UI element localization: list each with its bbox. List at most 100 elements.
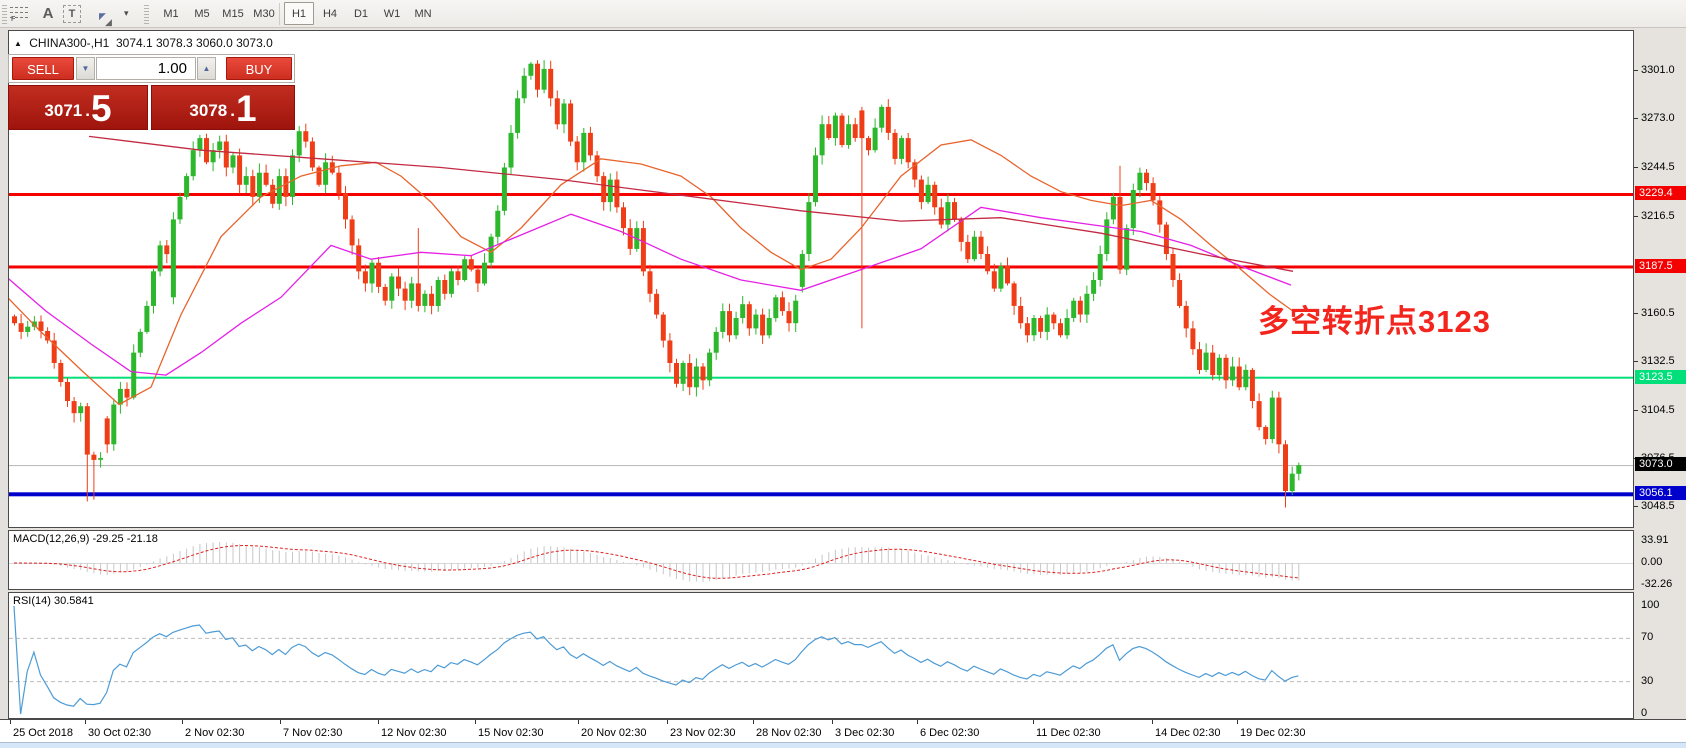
macd-histogram-bar — [186, 549, 187, 563]
candle-body — [91, 455, 96, 460]
macd-histogram-bar — [325, 554, 326, 564]
text-box-icon[interactable]: T — [63, 5, 81, 23]
macd-histogram-bar — [696, 563, 697, 582]
macd-histogram-bar — [332, 554, 333, 563]
candle-body — [244, 176, 249, 185]
macd-histogram-bar — [146, 563, 147, 565]
timeframe-D1[interactable]: D1 — [346, 2, 376, 25]
timeframe-H1[interactable]: H1 — [284, 2, 314, 25]
volume-input[interactable] — [96, 57, 196, 80]
macd-histogram-bar — [769, 563, 770, 571]
macd-histogram-bar — [530, 549, 531, 563]
macd-histogram-bar — [961, 563, 962, 564]
candle-body — [1038, 318, 1043, 332]
macd-histogram-bar — [67, 563, 68, 568]
candle-body — [1091, 280, 1096, 294]
fibonacci-icon[interactable]: F — [10, 6, 30, 21]
macd-histogram-bar — [398, 563, 399, 570]
candle-body — [899, 138, 904, 159]
date-tick — [182, 720, 183, 724]
macd-histogram-bar — [93, 563, 94, 574]
candle-body — [939, 207, 944, 224]
candle-body — [1051, 315, 1056, 324]
price-tick — [1634, 70, 1638, 71]
taskbar-edge — [0, 742, 1686, 748]
macd-histogram-bar — [458, 563, 459, 570]
candle-body — [389, 277, 394, 301]
sell-price-display[interactable]: 3071 . 5 — [8, 85, 148, 130]
macd-histogram-bar — [1086, 563, 1087, 572]
price-tick-label: 3273.0 — [1641, 112, 1675, 124]
macd-histogram-bar — [259, 547, 260, 563]
macd-histogram-bar — [630, 563, 631, 564]
macd-histogram-bar — [683, 563, 684, 580]
macd-histogram-bar — [292, 552, 293, 563]
macd-histogram-bar — [127, 563, 128, 572]
timeframe-H4[interactable]: H4 — [315, 2, 345, 25]
candle-body — [1296, 465, 1301, 474]
candle-body — [363, 271, 368, 283]
price-tick-label: 3104.5 — [1641, 404, 1675, 416]
timeframe-M5[interactable]: M5 — [187, 2, 217, 25]
date-label: 30 Oct 02:30 — [88, 727, 151, 739]
candle-body — [1224, 358, 1229, 381]
macd-axis-label: -32.26 — [1641, 578, 1672, 590]
timeframe-MN[interactable]: MN — [408, 2, 438, 25]
timeframe-M1[interactable]: M1 — [156, 2, 186, 25]
candle-body — [1190, 328, 1195, 349]
macd-histogram-bar — [709, 563, 710, 581]
candle-body — [859, 110, 864, 138]
chevron-down-icon[interactable]: ▾ — [124, 8, 129, 19]
macd-histogram-bar — [1298, 563, 1299, 581]
volume-up-button[interactable]: ▲ — [197, 57, 216, 80]
macd-histogram-bar — [928, 556, 929, 563]
candle-body — [1012, 283, 1017, 306]
shapes-icon[interactable]: ◤ ◢ — [96, 2, 120, 26]
macd-histogram-bar — [603, 557, 604, 563]
rsi-panel[interactable] — [8, 592, 1634, 719]
candle-body — [211, 150, 216, 162]
timeframe-W1[interactable]: W1 — [377, 2, 407, 25]
macd-histogram-bar — [345, 557, 346, 563]
macd-histogram-bar — [689, 563, 690, 581]
buy-button[interactable]: BUY — [226, 57, 292, 80]
toolbar-separator-grip — [144, 4, 149, 24]
volume-down-button[interactable]: ▼ — [76, 57, 95, 80]
collapse-icon[interactable]: ▲ — [14, 39, 22, 48]
date-tick — [1237, 720, 1238, 724]
candle-body — [283, 176, 288, 197]
rsi-axis-label: 0 — [1641, 707, 1647, 719]
macd-histogram-bar — [802, 563, 803, 566]
text-label-icon[interactable]: A — [36, 2, 60, 26]
date-label: 3 Dec 02:30 — [835, 727, 894, 739]
toolbar-grip[interactable] — [2, 4, 7, 24]
candle-body — [701, 367, 706, 381]
price-tick — [1634, 118, 1638, 119]
candle-body — [919, 180, 924, 203]
macd-label: MACD(12,26,9) -29.25 -21.18 — [13, 533, 158, 545]
macd-histogram-bar — [1040, 563, 1041, 575]
macd-histogram-bar — [100, 563, 101, 575]
macd-histogram-bar — [372, 563, 373, 566]
macd-histogram-bar — [1100, 563, 1101, 568]
candle-body — [1025, 323, 1030, 335]
macd-histogram-bar — [1120, 563, 1121, 564]
candle-body — [800, 254, 805, 287]
candle-body — [383, 287, 388, 301]
candle-body — [1084, 294, 1089, 315]
macd-histogram-bar — [107, 563, 108, 575]
candle-body — [105, 418, 110, 444]
candle-body — [1032, 318, 1037, 335]
candle-body — [1276, 398, 1281, 445]
macd-histogram-bar — [749, 563, 750, 573]
sell-button[interactable]: SELL — [12, 57, 74, 80]
date-tick — [475, 720, 476, 724]
macd-histogram-bar — [266, 549, 267, 564]
timeframe-M30[interactable]: M30 — [249, 2, 279, 25]
candle-body — [72, 401, 77, 413]
macd-histogram-bar — [378, 563, 379, 567]
macd-panel[interactable] — [8, 530, 1634, 590]
buy-price-display[interactable]: 3078 . 1 — [151, 85, 295, 130]
timeframe-M15[interactable]: M15 — [218, 2, 248, 25]
macd-histogram-bar — [1159, 557, 1160, 563]
